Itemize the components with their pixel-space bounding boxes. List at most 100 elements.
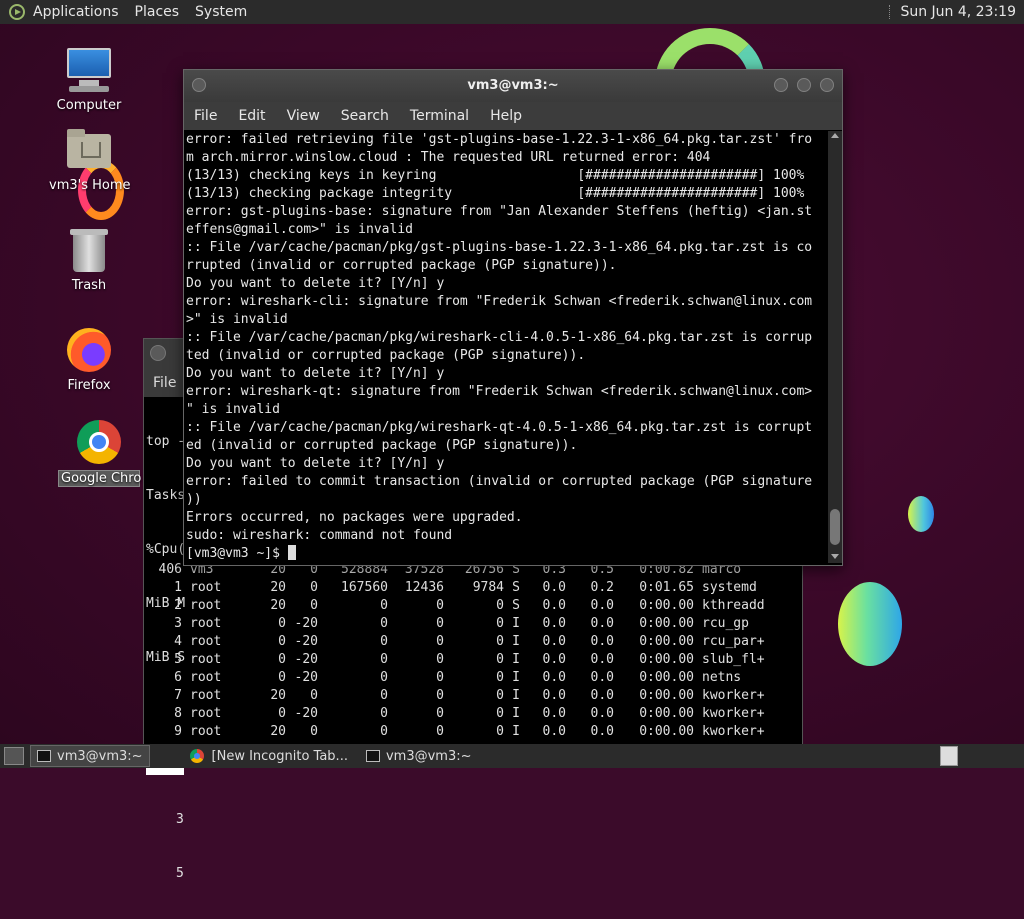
process-state: S <box>512 598 520 613</box>
process-shr: 0 <box>496 724 504 739</box>
process-pid: 406 <box>158 562 182 577</box>
computer-icon <box>65 46 113 94</box>
process-command: kworker+ <box>702 724 765 739</box>
taskbar-item-terminal[interactable]: vm3@vm3:~ <box>30 745 150 767</box>
taskbar-item-chrome[interactable]: [New Incognito Tab... <box>184 746 354 766</box>
terminal-output-line: :: File /var/cache/pacman/pkg/wireshark-… <box>186 420 813 435</box>
desktop-icon-computer[interactable]: Computer <box>49 46 129 113</box>
workspace-switcher[interactable] <box>940 746 958 766</box>
chrome-icon <box>75 418 123 466</box>
process-res: 0 <box>436 598 444 613</box>
scroll-down-arrow-icon[interactable] <box>831 554 839 559</box>
window-titlebar[interactable]: vm3@vm3:~ <box>184 70 842 102</box>
process-mem: 0.2 <box>590 580 614 595</box>
menu-file[interactable]: File <box>153 375 176 391</box>
scrollbar-thumb[interactable] <box>830 509 840 545</box>
process-virt: 0 <box>380 598 388 613</box>
process-res: 0 <box>436 616 444 631</box>
window-menu-button[interactable] <box>192 78 206 92</box>
menu-search[interactable]: Search <box>341 108 389 124</box>
process-cpu: 0.0 <box>542 598 566 613</box>
process-user: root <box>190 706 222 721</box>
trash-icon <box>65 226 113 274</box>
process-shr: 0 <box>496 616 504 631</box>
desktop-icon-home[interactable]: vm3's Home <box>49 126 131 193</box>
process-nice: -20 <box>294 616 318 631</box>
terminal-output-line: >" is invalid <box>186 312 288 327</box>
desktop-icon-label: Firefox <box>67 378 111 393</box>
process-priority: 20 <box>270 598 286 613</box>
text-cursor <box>287 545 296 560</box>
terminal-output-line: Do you want to delete it? [Y/n] y <box>186 276 445 291</box>
process-state: I <box>512 670 520 685</box>
terminal-output-line: :: File /var/cache/pacman/pkg/gst-plugin… <box>186 240 813 255</box>
scroll-up-arrow-icon[interactable] <box>831 133 839 138</box>
process-pid: 9 <box>174 724 182 739</box>
terminal-scrollbar[interactable] <box>828 131 842 563</box>
minimize-button[interactable] <box>774 78 788 92</box>
process-time: 0:00.00 <box>639 598 694 613</box>
process-time: 0:00.00 <box>639 688 694 703</box>
process-nice: 0 <box>310 724 318 739</box>
process-state: I <box>512 688 520 703</box>
menu-terminal[interactable]: Terminal <box>410 108 469 124</box>
process-cpu: 0.0 <box>542 652 566 667</box>
terminal-output[interactable]: error: failed retrieving file 'gst-plugi… <box>186 131 826 563</box>
process-user: root <box>190 598 222 613</box>
terminal-output-line: effens@gmail.com>" is invalid <box>186 222 413 237</box>
process-mem: 0.0 <box>590 706 614 721</box>
process-shr: 9784 <box>472 580 504 595</box>
process-nice: -20 <box>294 706 318 721</box>
process-time: 0:00.00 <box>639 724 694 739</box>
chrome-icon <box>189 749 204 763</box>
menu-applications[interactable]: Applications <box>33 4 119 20</box>
clock[interactable]: Sun Jun 4, 23:19 <box>900 4 1016 20</box>
taskbar-item-terminal[interactable]: vm3@vm3:~ <box>360 746 478 766</box>
menu-file[interactable]: File <box>194 108 217 124</box>
maximize-button[interactable] <box>797 78 811 92</box>
show-desktop-button[interactable] <box>4 747 24 765</box>
process-virt: 0 <box>380 670 388 685</box>
terminal-prompt-line[interactable]: [vm3@vm3 ~]$ <box>186 545 826 563</box>
terminal-menubar: File Edit View Search Terminal Help <box>184 102 842 130</box>
terminal-output-line: Do you want to delete it? [Y/n] y <box>186 456 445 471</box>
desktop-icon-trash[interactable]: Trash <box>49 226 129 293</box>
process-state: I <box>512 724 520 739</box>
process-time: 0:00.00 <box>639 670 694 685</box>
process-res: 0 <box>436 688 444 703</box>
process-shr: 0 <box>496 688 504 703</box>
desktop-icon-chrome[interactable]: Google Chro <box>58 418 141 487</box>
shell-prompt: [vm3@vm3 ~]$ <box>186 546 288 561</box>
process-command: kworker+ <box>702 688 765 703</box>
terminal-output-line: error: failed to commit transaction (inv… <box>186 474 813 489</box>
process-cpu: 0.0 <box>542 706 566 721</box>
process-priority: 0 <box>278 670 286 685</box>
terminal-window[interactable]: vm3@vm3:~ File Edit View Search Terminal… <box>183 69 843 566</box>
menu-system[interactable]: System <box>195 4 247 20</box>
desktop-icon-label: vm3's Home <box>49 178 131 193</box>
process-priority: 20 <box>270 580 286 595</box>
wallpaper-egg-shape <box>838 582 902 666</box>
menu-edit[interactable]: Edit <box>238 108 265 124</box>
process-mem: 0.0 <box>590 598 614 613</box>
menu-view[interactable]: View <box>287 108 320 124</box>
close-button[interactable] <box>820 78 834 92</box>
menu-help[interactable]: Help <box>490 108 522 124</box>
table-row: 7 root 20 0 0 0 0 I 0.0 0.0 0:00.00 kworker+ <box>144 687 782 705</box>
process-mem: 0.0 <box>590 634 614 649</box>
process-mem: 0.0 <box>590 670 614 685</box>
table-row: 3 root 0 -20 0 0 0 I 0.0 0.0 0:00.00 rcu_gp <box>144 615 782 633</box>
menu-places[interactable]: Places <box>135 4 180 20</box>
desktop-icon-firefox[interactable]: Firefox <box>49 326 129 393</box>
process-pid: 4 <box>174 634 182 649</box>
terminal-output-line: sudo: wireshark: command not found <box>186 528 453 543</box>
process-state: I <box>512 634 520 649</box>
terminal-output-line: " is invalid <box>186 402 280 417</box>
process-virt: 167560 <box>341 580 388 595</box>
process-cpu: 0.0 <box>542 670 566 685</box>
applications-logo-icon[interactable] <box>9 4 25 20</box>
window-menu-button[interactable] <box>150 345 166 361</box>
process-user: root <box>190 652 222 667</box>
taskbar-item-label: vm3@vm3:~ <box>385 748 472 764</box>
process-virt: 0 <box>380 634 388 649</box>
